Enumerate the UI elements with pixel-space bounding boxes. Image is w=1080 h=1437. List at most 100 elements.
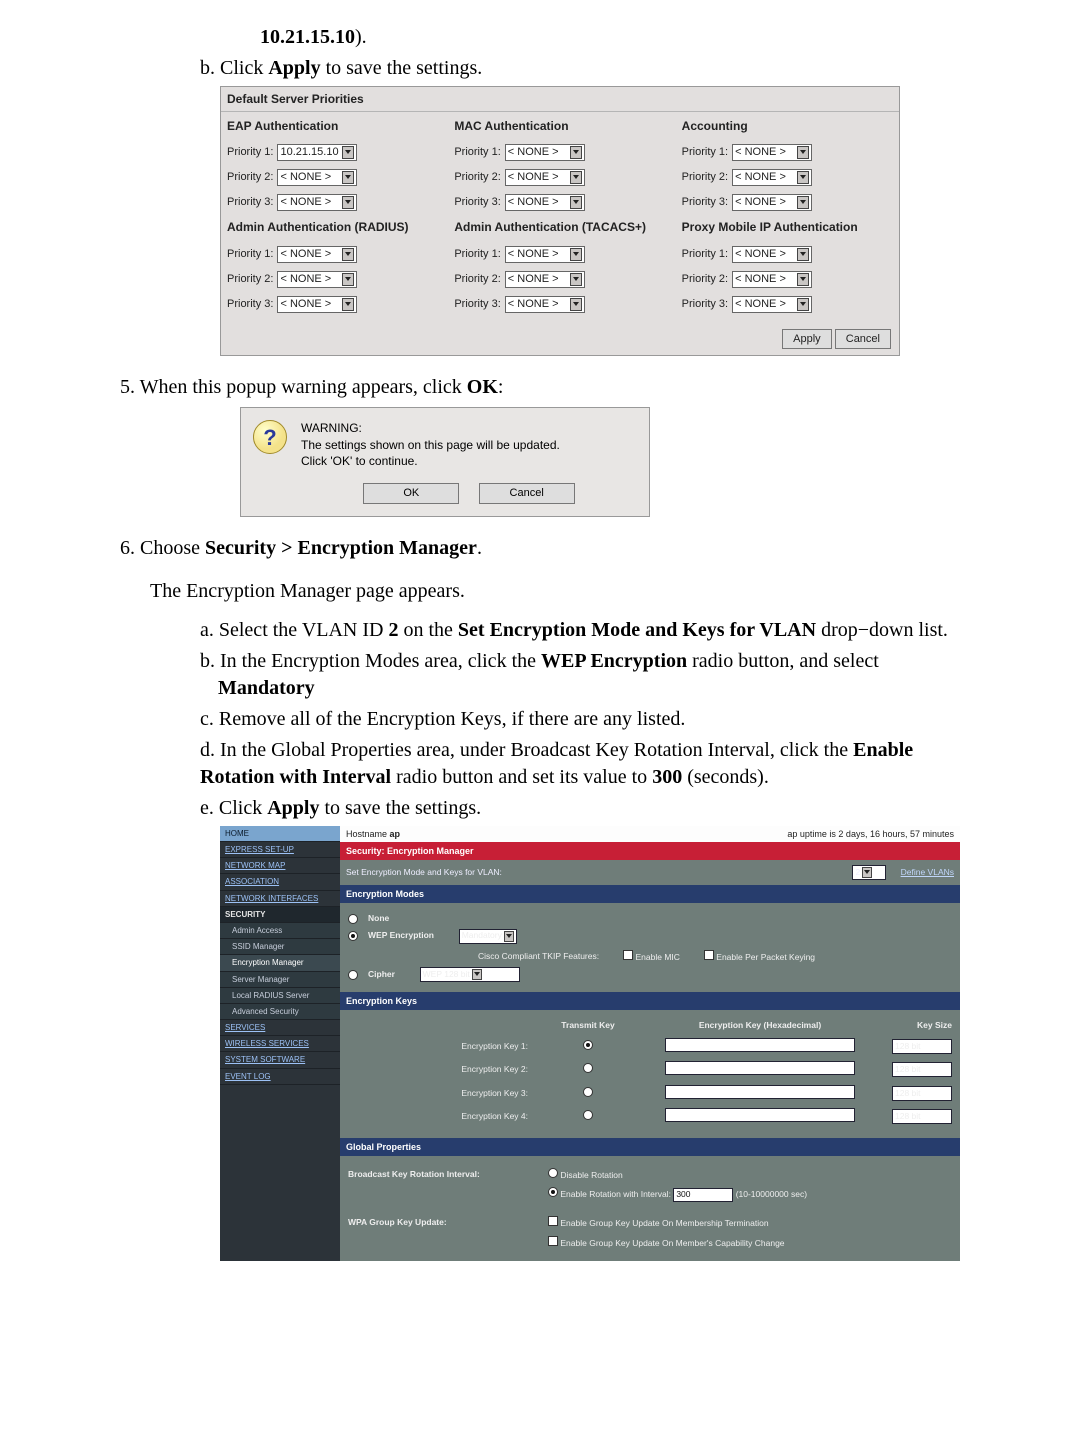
tx-key-1-radio[interactable]	[583, 1040, 593, 1050]
cancel-button[interactable]: Cancel	[835, 329, 891, 350]
wpa-update-capability-checkbox[interactable]	[548, 1236, 558, 1246]
mac-p1-label: Priority 1:	[454, 145, 500, 160]
admin-tacacs-p2-select[interactable]: < NONE >	[505, 271, 585, 288]
key1-input[interactable]	[665, 1038, 855, 1052]
acct-p1-select[interactable]: < NONE >	[732, 144, 812, 161]
sidebar-express-setup[interactable]: EXPRESS SET-UP	[220, 842, 340, 858]
sidebar-event-log[interactable]: EVENT LOG	[220, 1069, 340, 1085]
key-row-3: Encryption Key 3: 128 bit	[348, 1085, 952, 1102]
encryption-modes-band: Encryption Modes	[340, 885, 960, 903]
wpa-update-termination-checkbox[interactable]	[548, 1216, 558, 1226]
tx-key-4-radio[interactable]	[583, 1110, 593, 1120]
sidebar-services[interactable]: SERVICES	[220, 1020, 340, 1036]
sidebar-ssid-manager[interactable]: SSID Manager	[220, 939, 340, 955]
mac-p1-select[interactable]: < NONE >	[505, 144, 585, 161]
key4-label: Encryption Key 4:	[348, 1111, 538, 1122]
sidebar-wireless-services[interactable]: WIRELESS SERVICES	[220, 1036, 340, 1052]
enable-mic-checkbox[interactable]	[623, 950, 633, 960]
key3-input[interactable]	[665, 1085, 855, 1099]
eap-p3-select[interactable]: < NONE >	[277, 194, 357, 211]
cipher-select[interactable]: WEP 128 bit	[420, 967, 520, 982]
chevron-down-icon	[797, 171, 809, 184]
disable-rotation-radio[interactable]	[548, 1168, 558, 1178]
mode-none-radio[interactable]	[348, 914, 358, 924]
step-b-bold: Apply	[268, 57, 320, 79]
step6-post: .	[477, 537, 482, 559]
eap-p3-label: Priority 3:	[227, 195, 273, 210]
key4-size-select[interactable]: 128 bit	[892, 1109, 952, 1124]
admin-radius-p3-select[interactable]: < NONE >	[277, 296, 357, 313]
sidebar-advanced-security[interactable]: Advanced Security	[220, 1004, 340, 1020]
mode-wep-radio[interactable]	[348, 931, 358, 941]
proxy-p1-select[interactable]: < NONE >	[732, 246, 812, 263]
acct-p3-label: Priority 3:	[682, 195, 728, 210]
uptime-text: ap uptime is 2 days, 16 hours, 57 minute…	[787, 828, 954, 840]
sidebar-encryption-manager[interactable]: Encryption Manager	[220, 955, 340, 971]
proxy-p2-select[interactable]: < NONE >	[732, 271, 812, 288]
chevron-down-icon	[797, 273, 809, 286]
key2-size-select[interactable]: 128 bit	[892, 1062, 952, 1077]
mode-wep-label: WEP Encryption	[368, 930, 434, 941]
mode-none-label: None	[368, 913, 389, 924]
page-title-band: Security: Encryption Manager	[340, 842, 960, 860]
wep-mode-select[interactable]: Mandatory	[459, 929, 517, 944]
sidebar-home[interactable]: HOME	[220, 826, 340, 842]
bk-rotation-label: Broadcast Key Rotation Interval:	[348, 1169, 538, 1180]
tx-key-3-radio[interactable]	[583, 1087, 593, 1097]
accounting-header: Accounting	[682, 118, 893, 134]
sidebar-network-map[interactable]: NETWORK MAP	[220, 858, 340, 874]
rotation-interval-input[interactable]: 300	[673, 1188, 733, 1202]
chevron-down-icon	[862, 867, 872, 878]
mode-cipher-radio[interactable]	[348, 970, 358, 980]
sidebar-security[interactable]: SECURITY	[220, 907, 340, 923]
chevron-down-icon	[472, 969, 482, 980]
eap-p2-select[interactable]: < NONE >	[277, 169, 357, 186]
key2-input[interactable]	[665, 1061, 855, 1075]
ok-button[interactable]: OK	[363, 483, 459, 504]
admin-tacacs-p1-select[interactable]: < NONE >	[505, 246, 585, 263]
ppk-checkbox[interactable]	[704, 950, 714, 960]
apply-button[interactable]: Apply	[782, 329, 832, 350]
enable-rotation-label: Enable Rotation with Interval:	[560, 1189, 671, 1199]
acct-p3-select[interactable]: < NONE >	[732, 194, 812, 211]
proxy-p3-select[interactable]: < NONE >	[732, 296, 812, 313]
key4-input[interactable]	[665, 1108, 855, 1122]
admin-tacacs-p3-select[interactable]: < NONE >	[505, 296, 585, 313]
sidebar-admin-access[interactable]: Admin Access	[220, 923, 340, 939]
admin-radius-p2-select[interactable]: < NONE >	[277, 271, 357, 288]
admin-radius-header: Admin Authentication (RADIUS)	[227, 219, 438, 235]
chevron-down-icon	[797, 146, 809, 159]
mac-p2-select[interactable]: < NONE >	[505, 169, 585, 186]
key-row-1: Encryption Key 1: 128 bit	[348, 1038, 952, 1055]
sidebar-server-manager[interactable]: Server Manager	[220, 972, 340, 988]
chevron-down-icon	[797, 196, 809, 209]
key1-size-select[interactable]: 128 bit	[892, 1039, 952, 1054]
acct-p2-select[interactable]: < NONE >	[732, 169, 812, 186]
mac-p3-label: Priority 3:	[454, 195, 500, 210]
key3-label: Encryption Key 3:	[348, 1088, 538, 1099]
define-vlans-link[interactable]: Define VLANs	[901, 867, 954, 877]
hostname-value: ap	[390, 829, 401, 839]
wpa2-label: Enable Group Key Update On Member's Capa…	[560, 1238, 784, 1248]
step-b-pre: b. Click	[200, 57, 268, 79]
key-row-2: Encryption Key 2: 128 bit	[348, 1061, 952, 1078]
encryption-keys-band: Encryption Keys	[340, 992, 960, 1010]
sidebar-association[interactable]: ASSOCIATION	[220, 874, 340, 890]
admin-radius-p1-select[interactable]: < NONE >	[277, 246, 357, 263]
sidebar-network-interfaces[interactable]: NETWORK INTERFACES	[220, 891, 340, 907]
chevron-down-icon	[570, 273, 582, 286]
vlan-select[interactable]: 2	[852, 865, 886, 880]
cancel-button[interactable]: Cancel	[479, 483, 575, 504]
sidebar-system-software[interactable]: SYSTEM SOFTWARE	[220, 1052, 340, 1068]
key2-label: Encryption Key 2:	[348, 1064, 538, 1075]
chevron-down-icon	[342, 298, 354, 311]
key-row-4: Encryption Key 4: 128 bit	[348, 1108, 952, 1125]
sidebar-local-radius[interactable]: Local RADIUS Server	[220, 988, 340, 1004]
ip-fragment: 10.21.15.10	[260, 26, 355, 48]
eap-p1-select[interactable]: 10.21.15.10	[277, 144, 357, 161]
tx-key-header: Transmit Key	[538, 1020, 638, 1031]
mac-p3-select[interactable]: < NONE >	[505, 194, 585, 211]
enable-rotation-radio[interactable]	[548, 1187, 558, 1197]
key3-size-select[interactable]: 128 bit	[892, 1086, 952, 1101]
tx-key-2-radio[interactable]	[583, 1063, 593, 1073]
